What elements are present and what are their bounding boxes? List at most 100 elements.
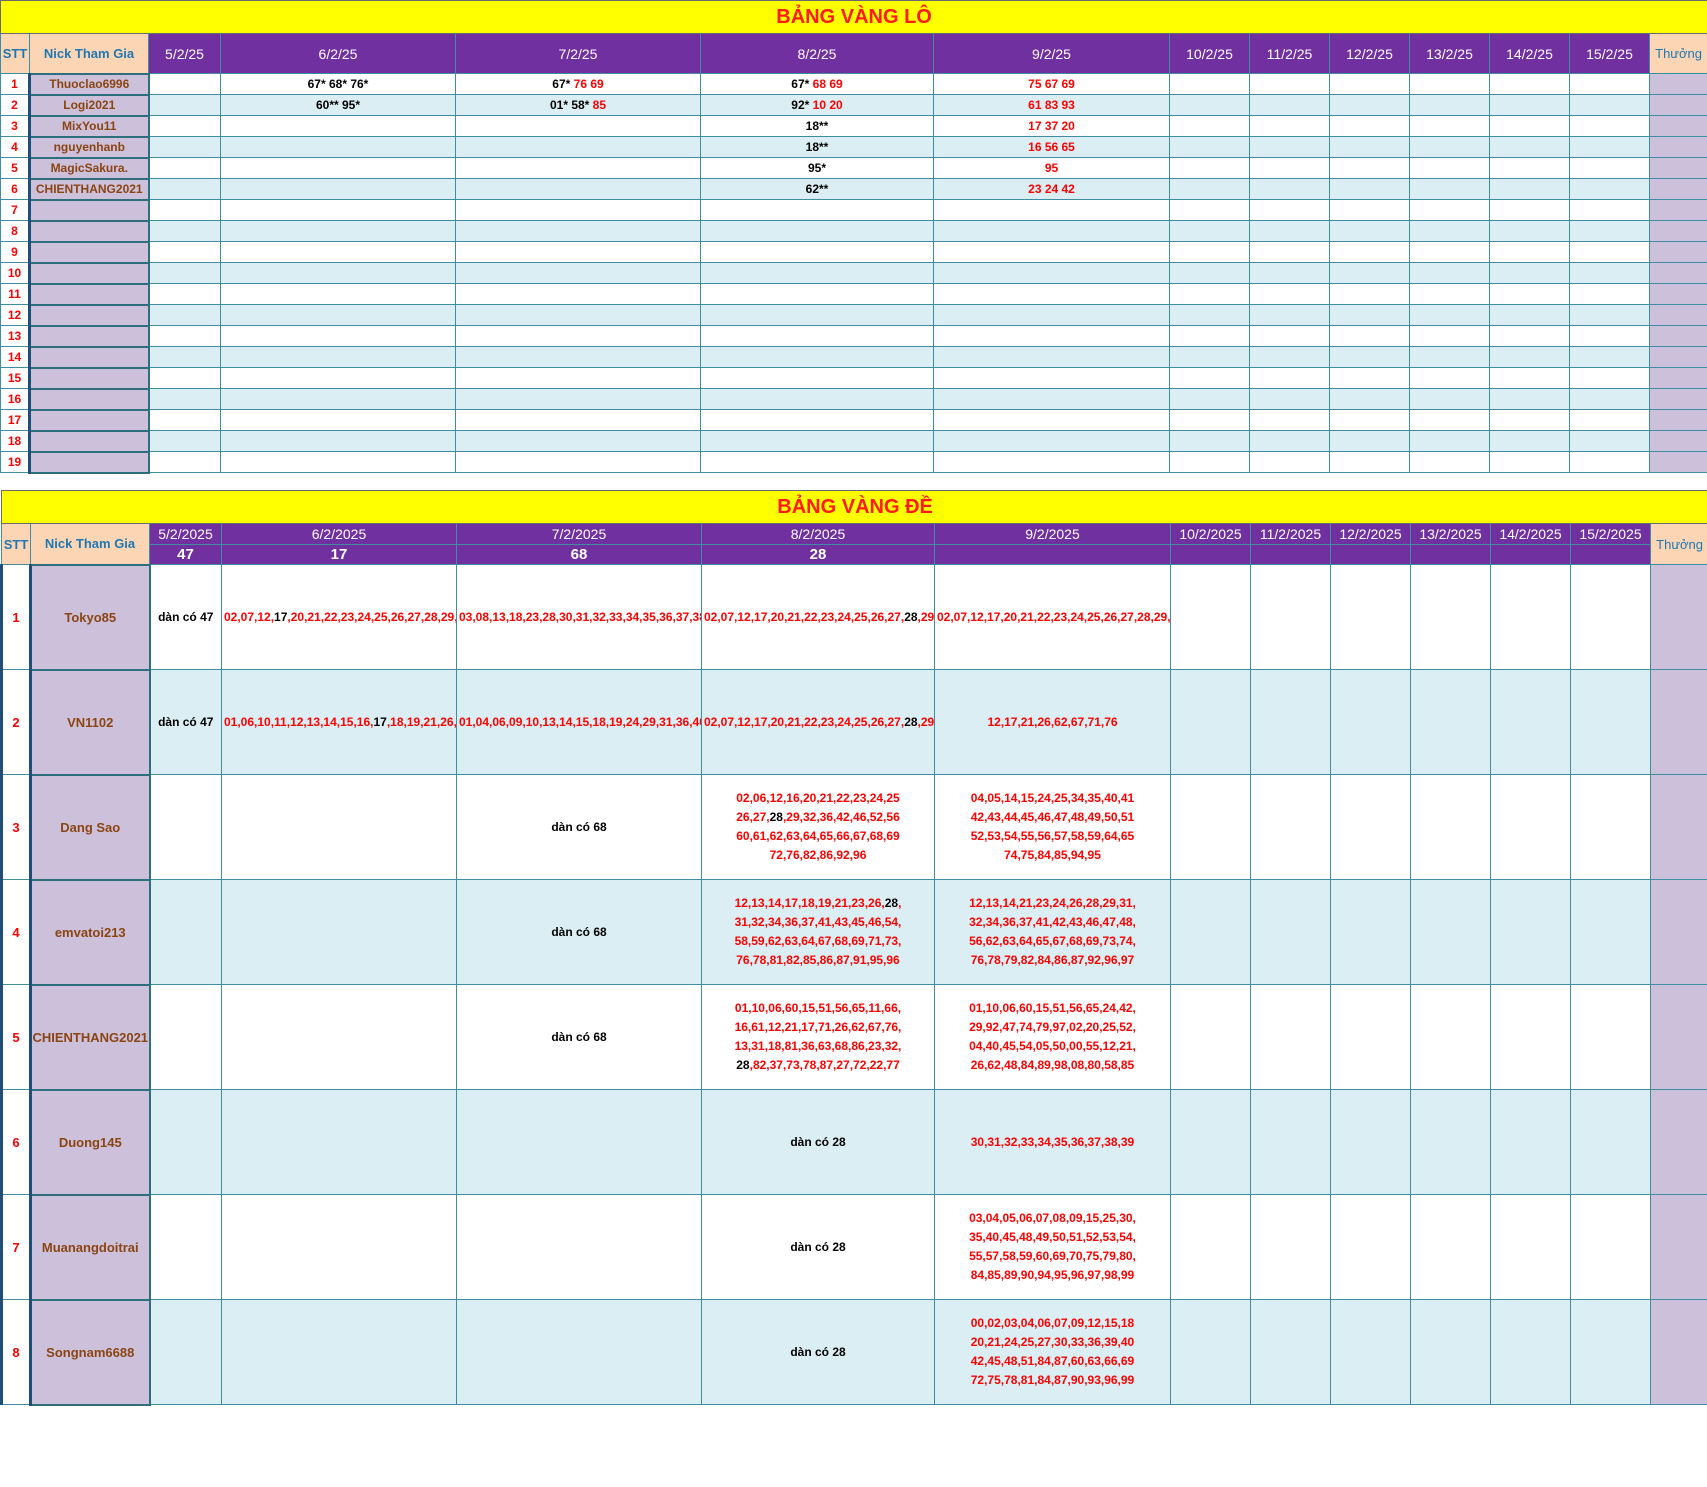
date-cell[interactable] (455, 262, 701, 284)
row-thuong[interactable] (1649, 564, 1707, 670)
date-cell[interactable] (1409, 94, 1490, 116)
date-cell[interactable] (1169, 325, 1250, 347)
date-cell[interactable] (1170, 1194, 1251, 1300)
date-cell[interactable] (220, 283, 456, 305)
date-cell[interactable] (1409, 115, 1490, 137)
date-cell[interactable] (149, 984, 222, 1090)
date-cell[interactable] (1410, 774, 1491, 880)
date-cell[interactable] (1169, 241, 1250, 263)
date-cell[interactable]: 67* 76 69 (455, 73, 701, 95)
date-cell[interactable]: dàn có 47 (149, 564, 222, 670)
row-nick[interactable]: Logi2021 (28, 93, 150, 117)
date-cell[interactable] (148, 451, 221, 473)
date-cell[interactable] (1410, 984, 1491, 1090)
date-cell[interactable] (1329, 94, 1410, 116)
date-cell[interactable]: 12,17,21,26,62,67,71,76 (934, 669, 1171, 775)
row-nick[interactable] (28, 366, 150, 390)
date-cell[interactable] (1570, 564, 1651, 670)
date-cell[interactable] (1569, 388, 1650, 410)
date-cell[interactable] (220, 241, 456, 263)
date-cell[interactable] (1569, 136, 1650, 158)
date-cell[interactable] (220, 409, 456, 431)
date-cell[interactable]: dàn có 28 (701, 1194, 935, 1300)
row-thuong[interactable] (1648, 136, 1707, 158)
date-cell[interactable] (221, 984, 457, 1090)
date-cell[interactable] (1250, 984, 1331, 1090)
date-cell[interactable]: 02,07,12,17,20,21,22,23,24,25,26,27,28,2… (221, 564, 457, 670)
row-nick[interactable] (28, 240, 150, 264)
date-cell[interactable] (455, 325, 701, 347)
date-cell[interactable] (1489, 451, 1570, 473)
date-cell[interactable] (1249, 283, 1330, 305)
date-cell[interactable] (1409, 367, 1490, 389)
date-cell[interactable] (700, 430, 934, 452)
row-nick[interactable] (28, 450, 150, 474)
date-cell[interactable] (1169, 115, 1250, 137)
date-cell[interactable] (220, 199, 456, 221)
date-cell[interactable] (455, 178, 701, 200)
date-cell[interactable] (1329, 157, 1410, 179)
date-cell[interactable] (455, 115, 701, 137)
row-nick[interactable]: Duong145 (29, 1088, 151, 1196)
date-cell[interactable] (1490, 669, 1571, 775)
row-thuong[interactable] (1649, 1089, 1707, 1195)
date-cell[interactable] (1489, 304, 1570, 326)
date-cell[interactable] (220, 157, 456, 179)
date-cell[interactable] (933, 304, 1170, 326)
date-cell[interactable] (1169, 388, 1250, 410)
date-cell[interactable]: 95 (933, 157, 1170, 179)
date-cell[interactable] (1569, 451, 1650, 473)
date-cell[interactable] (1569, 94, 1650, 116)
date-cell[interactable] (221, 1089, 457, 1195)
date-cell[interactable] (1490, 879, 1571, 985)
row-nick[interactable]: Thuoclao6996 (28, 72, 150, 96)
date-cell[interactable] (1250, 774, 1331, 880)
date-cell[interactable] (149, 774, 222, 880)
date-cell[interactable] (1489, 367, 1570, 389)
date-cell[interactable]: 92* 10 20 (700, 94, 934, 116)
date-cell[interactable]: 01,04,06,09,10,13,14,15,18,19,24,29,31,3… (456, 669, 702, 775)
date-cell[interactable] (1410, 1299, 1491, 1405)
date-cell[interactable]: 01,06,10,11,12,13,14,15,16,17,18,19,21,2… (221, 669, 457, 775)
date-cell[interactable] (1329, 178, 1410, 200)
date-cell[interactable] (1249, 73, 1330, 95)
date-cell[interactable] (148, 157, 221, 179)
row-thuong[interactable] (1649, 879, 1707, 985)
date-cell[interactable] (1570, 879, 1651, 985)
date-cell[interactable] (1329, 262, 1410, 284)
date-cell[interactable] (1490, 774, 1571, 880)
date-cell[interactable] (1409, 451, 1490, 473)
date-cell[interactable] (1409, 409, 1490, 431)
row-nick[interactable] (28, 345, 150, 369)
date-cell[interactable] (933, 388, 1170, 410)
row-nick[interactable] (28, 324, 150, 348)
date-cell[interactable] (1249, 367, 1330, 389)
date-cell[interactable] (1330, 984, 1411, 1090)
date-cell[interactable] (1409, 178, 1490, 200)
row-thuong[interactable] (1648, 220, 1707, 242)
date-cell[interactable] (1329, 451, 1410, 473)
date-cell[interactable] (1169, 94, 1250, 116)
date-cell[interactable] (700, 388, 934, 410)
date-cell[interactable] (1249, 451, 1330, 473)
date-cell[interactable] (456, 1194, 702, 1300)
date-cell[interactable] (1329, 73, 1410, 95)
date-cell[interactable] (1170, 669, 1251, 775)
date-cell[interactable]: 17 37 20 (933, 115, 1170, 137)
row-nick[interactable]: MixYou11 (28, 114, 150, 138)
date-cell[interactable]: 03,04,05,06,07,08,09,15,25,30, 35,40,45,… (934, 1194, 1171, 1300)
date-cell[interactable] (148, 283, 221, 305)
row-nick[interactable]: nguyenhanb (28, 135, 150, 159)
date-cell[interactable] (1249, 178, 1330, 200)
date-cell[interactable] (1409, 220, 1490, 242)
date-cell[interactable] (1169, 283, 1250, 305)
date-cell[interactable] (1569, 430, 1650, 452)
date-cell[interactable] (1329, 220, 1410, 242)
date-cell[interactable] (1409, 199, 1490, 221)
date-cell[interactable] (1329, 241, 1410, 263)
date-cell[interactable] (1410, 879, 1491, 985)
row-thuong[interactable] (1648, 346, 1707, 368)
date-cell[interactable] (1329, 430, 1410, 452)
row-thuong[interactable] (1648, 304, 1707, 326)
date-cell[interactable] (148, 409, 221, 431)
